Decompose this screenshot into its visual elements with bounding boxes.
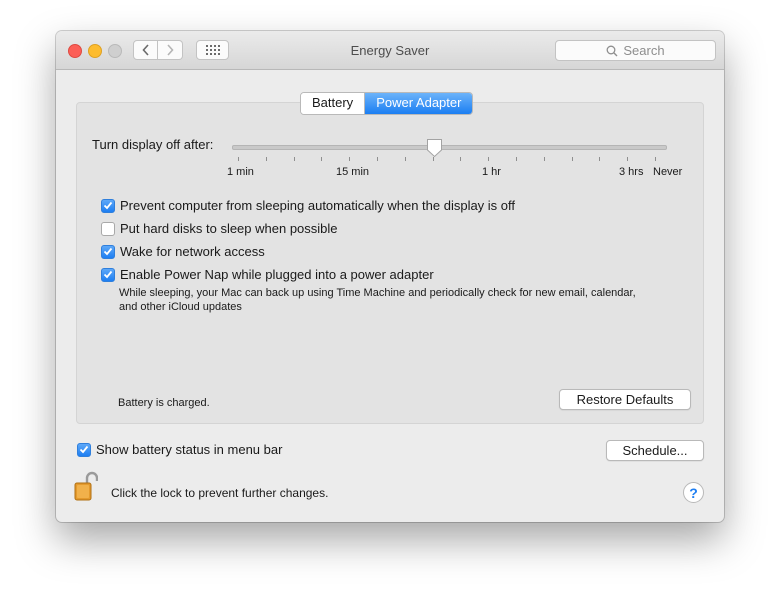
slider-tick (599, 157, 600, 161)
option-prevent-sleep[interactable]: Prevent computer from sleeping automatic… (101, 198, 515, 213)
help-button[interactable]: ? (683, 482, 704, 503)
option-wake-network-label: Wake for network access (120, 244, 265, 259)
tick-label-never: Never (653, 166, 683, 178)
checkbox-disk-sleep[interactable] (101, 221, 115, 236)
tab-battery[interactable]: Battery (301, 93, 366, 114)
display-off-label: Turn display off after: (92, 137, 214, 152)
preferences-window: Energy Saver Search Battery Power Adapte… (56, 31, 724, 522)
lock-icon[interactable] (74, 470, 98, 502)
slider-tick (349, 157, 350, 161)
checkmark-icon (103, 201, 113, 210)
tick-label-15min: 15 min (336, 166, 370, 178)
tick-label-1min: 1 min (227, 166, 254, 178)
checkbox-power-nap[interactable] (101, 267, 115, 282)
tick-label-3hrs: 3 hrs (619, 166, 644, 178)
search-field[interactable]: Search (555, 40, 716, 61)
slider-tick (572, 157, 573, 161)
option-disk-sleep-label: Put hard disks to sleep when possible (120, 221, 338, 236)
option-show-battery-status[interactable]: Show battery status in menu bar (77, 442, 282, 457)
tab-segmented-control: Battery Power Adapter (300, 92, 474, 115)
checkbox-prevent-sleep[interactable] (101, 198, 115, 213)
slider-tick (655, 157, 656, 161)
option-prevent-sleep-label: Prevent computer from sleeping automatic… (120, 198, 516, 213)
lock-message: Click the lock to prevent further change… (111, 486, 329, 500)
show-battery-status-label: Show battery status in menu bar (96, 442, 283, 457)
checkmark-icon (103, 270, 113, 279)
power-nap-description: While sleeping, your Mac can back up usi… (119, 287, 636, 313)
display-off-slider-thumb[interactable] (426, 138, 443, 158)
checkbox-wake-network[interactable] (101, 244, 115, 259)
slider-tick (488, 157, 489, 161)
slider-tick (516, 157, 517, 161)
checkmark-icon (79, 445, 89, 454)
slider-tick (294, 157, 295, 161)
display-off-slider-track[interactable] (232, 145, 667, 150)
checkmark-icon (103, 247, 113, 256)
tab-power-adapter[interactable]: Power Adapter (365, 93, 473, 114)
slider-tick (377, 157, 378, 161)
tick-label-1hr: 1 hr (482, 166, 501, 178)
option-power-nap-label: Enable Power Nap while plugged into a po… (120, 267, 434, 282)
slider-tick (544, 157, 545, 161)
search-placeholder: Search (623, 43, 665, 58)
slider-tick (321, 157, 322, 161)
slider-tick (266, 157, 267, 161)
schedule-button[interactable]: Schedule... (606, 440, 704, 461)
option-power-nap[interactable]: Enable Power Nap while plugged into a po… (101, 267, 434, 282)
checkbox-show-battery-status[interactable] (77, 442, 91, 457)
option-disk-sleep[interactable]: Put hard disks to sleep when possible (101, 221, 338, 236)
option-wake-network[interactable]: Wake for network access (101, 244, 265, 259)
slider-tick (238, 157, 239, 161)
battery-status-text: Battery is charged. (118, 397, 210, 409)
restore-defaults-button[interactable]: Restore Defaults (559, 389, 691, 410)
slider-tick (627, 157, 628, 161)
slider-tick (405, 157, 406, 161)
title-bar: Energy Saver Search (56, 31, 724, 70)
slider-tick (460, 157, 461, 161)
search-icon (606, 45, 618, 56)
